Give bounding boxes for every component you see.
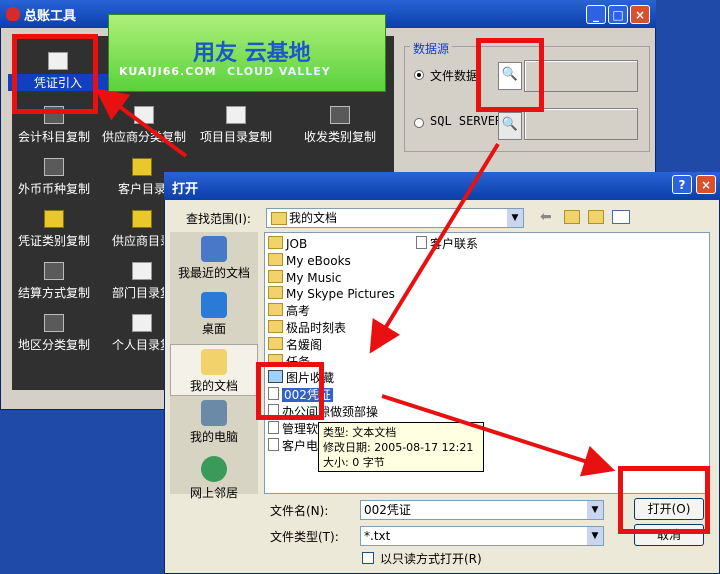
annotation-arrows bbox=[95, 88, 616, 477]
arrow-to-open-button bbox=[381, 394, 616, 477]
arrow-to-file-list bbox=[369, 142, 500, 354]
arrow-to-voucher-import bbox=[95, 88, 188, 158]
